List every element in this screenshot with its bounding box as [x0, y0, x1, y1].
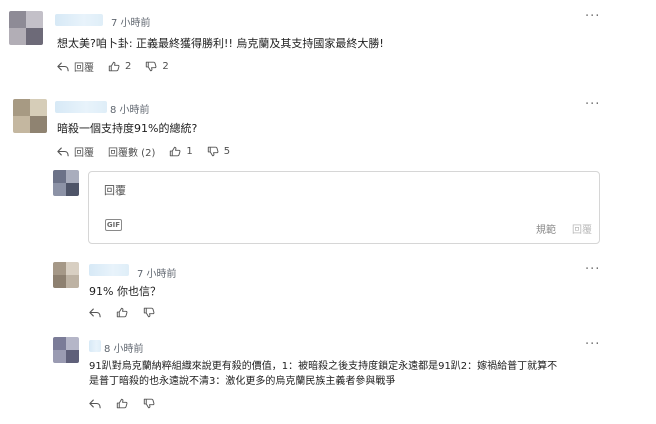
avatar[interactable]: [9, 11, 43, 45]
like-button[interactable]: 1: [169, 146, 193, 157]
more-dots-icon[interactable]: ···: [585, 263, 600, 276]
reply-input[interactable]: 回覆 GIF 規範 回覆: [88, 171, 600, 244]
reply-arrow-icon: [57, 61, 69, 72]
gif-icon[interactable]: GIF: [105, 219, 122, 231]
thumb-up-icon: [116, 307, 128, 318]
reply-text-line-1: 91趴對烏克蘭納粹組織來說更有殺的價值，1：被暗殺之後支持度鎖定永遠都是91趴2…: [89, 361, 558, 372]
username-blurred[interactable]: [55, 14, 103, 26]
avatar[interactable]: [13, 99, 47, 133]
reply-placeholder: 回覆: [104, 184, 126, 197]
dislike-count: 2: [162, 61, 169, 72]
dislike-count: 5: [223, 146, 231, 157]
reply-text-line-2: 是普丁暗殺的也永遠說不清3：激化更多的烏克蘭民族主義者參與戰爭: [89, 376, 396, 387]
username-blurred[interactable]: [89, 340, 101, 352]
comment-text: 想太美?咱卜卦: 正義最終獲得勝利!! 烏克蘭及其支持國家最終大勝!: [57, 37, 384, 50]
reply-button[interactable]: [89, 307, 106, 318]
reply-text: 91% 你也信？: [89, 285, 161, 298]
reply-time: 8 小時前: [104, 344, 144, 355]
thumb-down-icon: [143, 307, 155, 318]
reply-actions: [89, 307, 174, 318]
rules-link[interactable]: 規範: [536, 221, 556, 236]
comment-actions: 回覆 2 2: [57, 59, 183, 74]
comment-time: 8 小時前: [110, 105, 150, 116]
current-user-avatar: [53, 170, 79, 196]
submit-reply-button[interactable]: 回覆: [572, 221, 592, 236]
more-dots-icon[interactable]: ···: [585, 338, 600, 351]
thumb-up-icon: [116, 398, 128, 409]
like-count: 2: [125, 61, 132, 72]
like-count: 1: [186, 146, 193, 157]
like-button[interactable]: [116, 398, 133, 409]
reply-actions: [89, 398, 174, 409]
reply-label: 回覆: [74, 63, 94, 74]
thumb-down-icon: [145, 61, 157, 72]
comment-time: 7 小時前: [111, 18, 151, 29]
reply-button[interactable]: [89, 398, 106, 409]
like-button[interactable]: [116, 307, 133, 318]
reply-time: 7 小時前: [137, 269, 177, 280]
reply-arrow-icon: [89, 307, 101, 318]
dislike-button[interactable]: [143, 398, 160, 409]
view-replies-button[interactable]: 回覆數 (2): [108, 144, 155, 159]
avatar[interactable]: [53, 262, 79, 288]
username-blurred[interactable]: [55, 101, 107, 113]
comment-actions: 回覆 回覆數 (2) 1 5: [57, 144, 244, 159]
thumb-up-icon: [169, 146, 181, 157]
dislike-button[interactable]: 2: [145, 61, 169, 72]
reply-arrow-icon: [57, 146, 69, 157]
more-dots-icon[interactable]: ···: [585, 98, 600, 111]
more-dots-icon[interactable]: ···: [585, 10, 600, 23]
thumb-down-icon: [207, 146, 219, 157]
dislike-button[interactable]: 5: [207, 146, 230, 157]
dislike-button[interactable]: [143, 307, 160, 318]
reply-button[interactable]: 回覆: [57, 59, 94, 74]
username-blurred[interactable]: [89, 264, 129, 276]
comment-text: 暗殺一個支持度91%的總統?: [57, 122, 198, 135]
avatar[interactable]: [53, 337, 79, 363]
replies-count-label: 回覆數 (2): [108, 148, 156, 159]
thumb-down-icon: [143, 398, 155, 409]
thumb-up-icon: [108, 61, 120, 72]
reply-button[interactable]: 回覆: [57, 144, 94, 159]
like-button[interactable]: 2: [108, 61, 131, 72]
reply-arrow-icon: [89, 398, 101, 409]
reply-label: 回覆: [74, 148, 94, 159]
